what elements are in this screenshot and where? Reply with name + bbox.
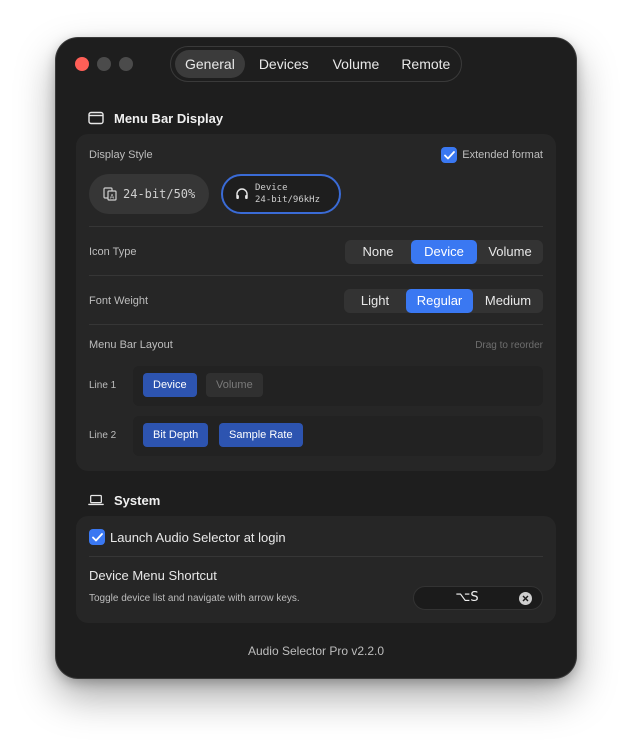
font-weight-label: Font Weight: [89, 295, 149, 307]
drag-to-reorder-hint: Drag to reorder: [475, 340, 543, 351]
close-window-button[interactable]: [75, 57, 89, 71]
extended-preview-line2: 24-bit/96kHz: [255, 195, 321, 205]
tab-devices[interactable]: Devices: [249, 50, 319, 78]
compact-preview-text: 24-bit/50%: [123, 187, 196, 201]
line1-drop-zone[interactable]: Device Volume: [133, 366, 543, 406]
launch-at-login-checkbox[interactable]: [89, 529, 105, 545]
headphones-icon: [235, 187, 249, 201]
display-style-extended-option[interactable]: Device 24-bit/96kHz: [221, 174, 341, 214]
font-weight-regular[interactable]: Regular: [406, 289, 473, 313]
tab-bar: General Devices Volume Remote: [170, 46, 462, 82]
laptop-icon: [88, 492, 104, 508]
menu-bar-display-heading: Menu Bar Display: [88, 110, 223, 126]
line1-chip-volume[interactable]: Volume: [206, 373, 263, 397]
bit-depth-icon: A: [103, 187, 117, 201]
icon-type-selector: None Device Volume: [345, 240, 543, 264]
device-menu-shortcut-description: Toggle device list and navigate with arr…: [89, 593, 300, 604]
display-style-label: Display Style: [89, 149, 153, 161]
line1-chip-device[interactable]: Device: [143, 373, 197, 397]
divider: [89, 226, 543, 227]
divider: [89, 556, 543, 557]
system-title: System: [114, 492, 161, 508]
app-window: General Devices Volume Remote Menu Bar D…: [56, 38, 576, 678]
divider: [89, 275, 543, 276]
version-footer: Audio Selector Pro v2.2.0: [247, 644, 385, 658]
system-card: Launch Audio Selector at login Device Me…: [76, 516, 556, 623]
divider: [89, 324, 543, 325]
tab-remote[interactable]: Remote: [391, 50, 460, 78]
font-weight-light[interactable]: Light: [344, 289, 406, 313]
launch-at-login-toggle[interactable]: Launch Audio Selector at login: [89, 529, 286, 545]
extended-format-checkbox[interactable]: [441, 147, 458, 163]
window-icon: [88, 110, 104, 126]
menu-bar-layout-label: Menu Bar Layout: [89, 339, 173, 351]
line2-chip-bit-depth[interactable]: Bit Depth: [143, 423, 209, 447]
display-style-compact-option[interactable]: A 24-bit/50%: [89, 174, 209, 214]
tab-volume[interactable]: Volume: [323, 50, 390, 78]
menu-bar-display-card: Display Style Extended format A 24-bit/5…: [76, 134, 556, 471]
menu-bar-display-title: Menu Bar Display: [114, 110, 224, 126]
icon-type-none[interactable]: None: [345, 240, 411, 264]
font-weight-selector: Light Regular Medium: [344, 289, 543, 313]
launch-at-login-label: Launch Audio Selector at login: [110, 529, 286, 545]
device-menu-shortcut-title: Device Menu Shortcut: [89, 568, 217, 583]
shortcut-value: ⌥S: [455, 590, 479, 605]
line2-drop-zone[interactable]: Bit Depth Sample Rate: [133, 416, 543, 456]
icon-type-volume[interactable]: Volume: [477, 240, 543, 264]
line2-chip-sample-rate[interactable]: Sample Rate: [219, 423, 303, 447]
line2-label: Line 2: [89, 430, 117, 441]
shortcut-recorder[interactable]: ⌥S: [413, 586, 543, 610]
extended-format-label: Extended format: [462, 149, 543, 161]
extended-format-toggle[interactable]: Extended format: [441, 147, 543, 163]
tab-general[interactable]: General: [175, 50, 245, 78]
close-icon: [522, 595, 529, 602]
system-heading: System: [88, 492, 160, 508]
font-weight-medium[interactable]: Medium: [473, 289, 543, 313]
icon-type-device[interactable]: Device: [411, 240, 477, 264]
minimize-window-button[interactable]: [97, 57, 111, 71]
icon-type-label: Icon Type: [89, 246, 137, 258]
line1-label: Line 1: [89, 380, 117, 391]
zoom-window-button[interactable]: [119, 57, 133, 71]
extended-preview-line1: Device: [255, 183, 288, 193]
clear-shortcut-button[interactable]: [519, 592, 532, 605]
